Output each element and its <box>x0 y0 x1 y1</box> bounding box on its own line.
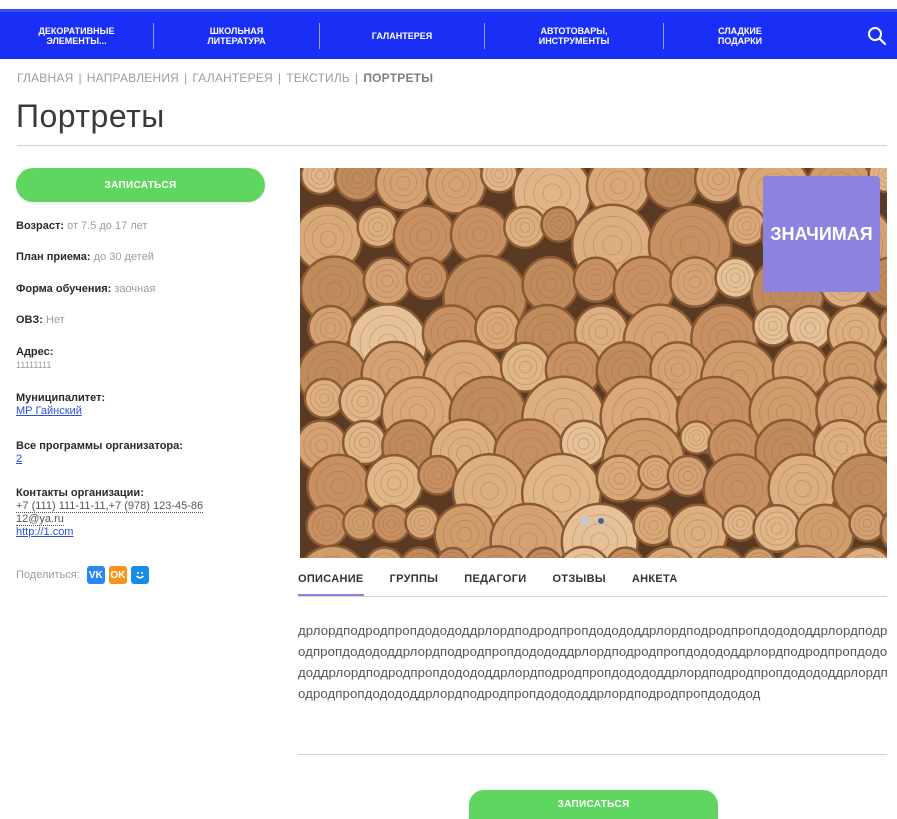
description-divider <box>298 754 887 755</box>
programs-label: Все программы организатора: <box>16 440 183 452</box>
programs-link[interactable]: 2 <box>16 453 22 465</box>
nav-item-school-literature[interactable]: Школьная литература <box>154 22 320 49</box>
breadcrumb-current: ПОРТРЕТЫ <box>363 71 434 85</box>
share-block: Поделиться: VK OK <box>16 566 149 584</box>
contacts-email[interactable]: 12@ya.ru <box>16 513 64 526</box>
age-info: Возраст: от 7.5 до 17 лет <box>16 220 147 233</box>
address-info: Адрес: 11111111 <box>16 346 53 372</box>
tab-reviews[interactable]: ОТЗЫВЫ <box>552 573 605 596</box>
breadcrumb-directions[interactable]: НАПРАВЛЕНИЯ <box>87 71 179 85</box>
gallery-pagination <box>580 516 612 526</box>
top-navigation: Декоративные элементы... Школьная литера… <box>0 9 897 59</box>
municipality-link[interactable]: МР Гайнский <box>16 405 82 417</box>
municipality-label: Муниципалитет: <box>16 392 106 404</box>
share-label: Поделиться: <box>16 569 80 581</box>
breadcrumb-separator: | <box>355 71 359 85</box>
description-text: дрлордподродпропдодододдрлордподродпропд… <box>298 623 888 701</box>
breadcrumb-textile[interactable]: ТЕКСТИЛЬ <box>286 71 350 85</box>
page-title: Портреты <box>16 98 165 134</box>
breadcrumb-home[interactable]: ГЛАВНАЯ <box>17 71 73 85</box>
breadcrumb-separator: | <box>78 71 82 85</box>
nav-item-auto-tools[interactable]: Автотовары, инструменты <box>485 22 664 49</box>
gallery-dot-2[interactable] <box>596 516 606 526</box>
breadcrumb-separator: | <box>277 71 282 85</box>
nav-item-haberdashery[interactable]: Галантерея <box>320 22 485 49</box>
significant-badge: ЗНАЧИМАЯ <box>763 176 880 292</box>
form-label: Форма обучения: <box>16 283 112 295</box>
breadcrumb-haberdashery[interactable]: ГАЛАНТЕРЕЯ <box>192 71 273 85</box>
municipality-info: Муниципалитет: МР Гайнский <box>16 392 105 418</box>
search-icon[interactable] <box>866 25 888 47</box>
contacts-info: Контакты организации: +7 (111) 111-11-11,… <box>16 487 204 539</box>
nav-item-label: Автотовары, инструменты <box>538 25 610 46</box>
plan-value: до 30 детей <box>93 251 154 263</box>
breadcrumb: ГЛАВНАЯ | НАПРАВЛЕНИЯ | ГАЛАНТЕРЕЯ | ТЕКСТИЛЬ |… <box>17 71 433 85</box>
age-value: от 7.5 до 17 лет <box>67 220 148 232</box>
mail-smile-glyph <box>135 572 144 579</box>
programs-info: Все программы организатора: 2 <box>16 440 183 466</box>
log-end <box>401 546 440 558</box>
nav-item-sweet-gifts[interactable]: Сладкие подарки <box>664 23 816 49</box>
nav-item-label: Галантерея <box>371 30 433 41</box>
log-end <box>364 453 424 513</box>
ovz-label: ОВЗ: <box>16 314 43 326</box>
odnoklassniki-icon[interactable]: OK <box>108 566 127 584</box>
mail-icon[interactable] <box>130 566 149 584</box>
tab-groups[interactable]: ГРУППЫ <box>390 573 439 596</box>
tab-description[interactable]: ОПИСАНИЕ <box>298 573 364 596</box>
nav-item-label: Сладкие подарки <box>717 25 763 46</box>
breadcrumb-separator: | <box>184 71 188 85</box>
ovz-info: ОВЗ: Нет <box>16 314 65 327</box>
form-value: заочная <box>114 283 156 295</box>
contacts-phone[interactable]: +7 (111) 111-11-11,+7 (978) 123-45-86 <box>16 500 204 513</box>
vk-icon[interactable]: VK <box>86 566 105 584</box>
log-end <box>449 204 510 265</box>
nav-item-label: Декоративные элементы... <box>38 25 115 46</box>
address-value: 11111111 <box>16 360 52 370</box>
age-label: Возраст: <box>16 220 64 232</box>
title-divider <box>17 145 887 146</box>
contacts-site-link[interactable]: http://1.com <box>16 526 73 538</box>
form-info: Форма обучения: заочная <box>16 283 155 296</box>
enroll-button-bottom[interactable]: ЗАПИСАТЬСЯ <box>469 790 718 819</box>
enroll-button-top[interactable]: ЗАПИСАТЬСЯ <box>16 168 265 202</box>
address-label: Адрес: <box>16 346 54 358</box>
nav-item-decorative[interactable]: Декоративные элементы... <box>0 22 154 49</box>
contacts-label: Контакты организации: <box>16 487 144 499</box>
tabs: ОПИСАНИЕ ГРУППЫ ПЕДАГОГИ ОТЗЫВЫ АНКЕТА <box>298 573 887 597</box>
tab-teachers[interactable]: ПЕДАГОГИ <box>464 573 526 596</box>
plan-label: План приема: <box>16 251 91 263</box>
nav-item-label: Школьная литература <box>207 25 266 46</box>
tab-questionnaire[interactable]: АНКЕТА <box>632 573 678 596</box>
gallery-dot-1[interactable] <box>580 516 590 526</box>
plan-info: План приема: до 30 детей <box>16 251 154 264</box>
ovz-value: Нет <box>45 314 65 326</box>
